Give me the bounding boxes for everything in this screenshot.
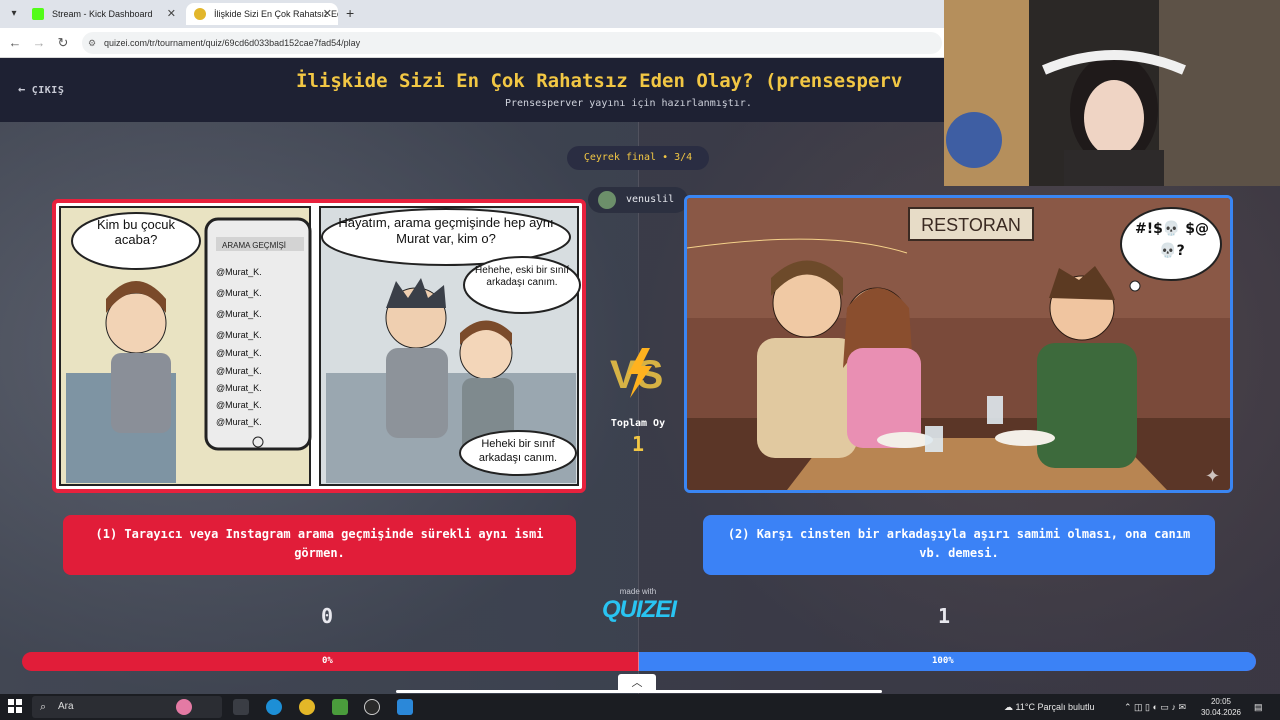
- chrome-icon[interactable]: [299, 699, 315, 715]
- obs-icon[interactable]: [364, 699, 380, 715]
- phone-item: @Murat_K.: [216, 417, 262, 427]
- webcam-overlay: [944, 0, 1280, 186]
- weather-widget[interactable]: ☁ 11°C Parçalı bulutlu: [1004, 694, 1095, 720]
- arrow-left-icon: ←: [18, 82, 26, 96]
- quizei-logo[interactable]: QUIZEI: [596, 596, 682, 624]
- speech-bubble-4: Heheki bir sınıf arkadaşı canım.: [478, 438, 558, 464]
- exit-button[interactable]: ← ÇIKIŞ: [18, 82, 64, 96]
- new-tab-icon[interactable]: +: [346, 5, 354, 21]
- option-1-percent: 0%: [322, 656, 333, 666]
- user-chip: venuslil: [588, 187, 688, 213]
- tray-icons[interactable]: ⌃ ◫ ▯ ◐ ▭ ♪ ✉: [1124, 694, 1186, 720]
- back-icon[interactable]: ←: [6, 34, 24, 52]
- avatar: [598, 191, 616, 209]
- system-clock[interactable]: 20:05 30.04.2026: [1196, 696, 1246, 718]
- option-2-button[interactable]: (2) Karşı cinsten bir arkadaşıyla aşırı …: [703, 515, 1215, 575]
- search-icon: ⌕: [40, 701, 47, 713]
- speech-bubble-1: Kim bu çocuk acaba?: [96, 217, 176, 247]
- phone-item: @Murat_K.: [216, 330, 262, 340]
- exit-label: ÇIKIŞ: [31, 85, 65, 96]
- restaurant-sign: RESTORAN: [921, 215, 1021, 235]
- comic-illustration: ARAMA GEÇMİŞİ @Murat_K. @Murat_K. @Murat…: [59, 206, 581, 486]
- speech-bubble-2: Hayatım, arama geçmişinde hep aynı Murat…: [338, 215, 554, 246]
- task-view-icon[interactable]: [233, 699, 249, 715]
- notification-icon[interactable]: ▤: [1254, 694, 1263, 720]
- page-title: İlişkide Sizi En Çok Rahatsız Eden Olay?…: [296, 70, 903, 92]
- edge-icon[interactable]: [266, 699, 282, 715]
- vote-progress-bar: 0% 100%: [22, 652, 1256, 671]
- quizei-favicon-icon: [194, 8, 206, 20]
- sparkle-icon: ✦: [1205, 466, 1220, 486]
- forward-icon[interactable]: →: [30, 34, 48, 52]
- progress-midline: [638, 652, 639, 671]
- phone-item: @Murat_K.: [216, 267, 262, 277]
- restaurant-illustration: RESTORAN #!$💀 $@💀? ✦: [687, 198, 1230, 490]
- horizontal-scrollbar[interactable]: [396, 690, 882, 693]
- tab-list-icon[interactable]: ▾: [6, 6, 22, 22]
- page-subtitle: Prensesperver yayını için hazırlanmıştır…: [505, 98, 752, 109]
- phone-item: @Murat_K.: [216, 309, 262, 319]
- tulips-icon: [176, 699, 192, 715]
- clock-date: 30.04.2026: [1200, 708, 1242, 717]
- versus-icon: VS: [610, 348, 663, 398]
- option-1-score: 0: [321, 604, 334, 628]
- windows-start-icon[interactable]: [8, 699, 22, 713]
- option-1-image[interactable]: ARAMA GEÇMİŞİ @Murat_K. @Murat_K. @Murat…: [52, 199, 586, 493]
- tab-kick-dashboard[interactable]: Stream - Kick Dashboard ✕: [24, 3, 182, 25]
- search-placeholder: Ara: [58, 701, 74, 712]
- weather-icon: ☁: [1004, 702, 1013, 712]
- option-2-image[interactable]: RESTORAN #!$💀 $@💀? ✦: [684, 195, 1233, 493]
- option-2-score: 1: [938, 604, 951, 628]
- windows-taskbar: ⌕ Ara ☁ 11°C Parçalı bulutlu ⌃ ◫ ▯ ◐ ▭ ♪…: [0, 694, 1280, 720]
- user-name: venuslil: [626, 194, 675, 205]
- reload-icon[interactable]: ↻: [54, 34, 72, 52]
- phone-item: @Murat_K.: [216, 383, 262, 393]
- tab-label: Stream - Kick Dashboard: [52, 9, 153, 19]
- total-votes-label: Toplam Oy: [610, 418, 666, 429]
- close-tab-icon[interactable]: ✕: [323, 3, 332, 25]
- close-tab-icon[interactable]: ✕: [167, 3, 176, 25]
- weather-text: 11°C Parçalı bulutlu: [1015, 702, 1095, 712]
- phone-item: @Murat_K.: [216, 400, 262, 410]
- option-2-percent: 100%: [932, 656, 954, 666]
- webcam-feed: [944, 0, 1280, 186]
- total-votes-value: 1: [631, 432, 645, 456]
- tab-label: İlişkide Sizi En Çok Rahatsız Ede: [214, 9, 338, 19]
- made-with-label: made with: [619, 587, 657, 596]
- clock-time: 20:05: [1210, 697, 1232, 706]
- phone-item: @Murat_K.: [216, 366, 262, 376]
- speech-bubble-3: Hehehe, eski bir sınıf arkadaşı canım.: [475, 265, 569, 288]
- steam-icon[interactable]: [397, 699, 413, 715]
- option-1-button[interactable]: (1) Tarayıcı veya Instagram arama geçmiş…: [63, 515, 576, 575]
- curse-bubble: #!$💀 $@💀?: [1135, 221, 1209, 259]
- taskbar-search-input[interactable]: ⌕ Ara: [32, 696, 222, 718]
- phone-item: @Murat_K.: [216, 288, 262, 298]
- kick-favicon-icon: [32, 8, 44, 20]
- url-text: quizei.com/tr/tournament/quiz/69cd6d033b…: [104, 38, 361, 48]
- site-info-icon[interactable]: ⚙: [88, 32, 96, 54]
- tab-quiz[interactable]: İlişkide Sizi En Çok Rahatsız Ede ✕: [186, 3, 338, 25]
- round-badge: Çeyrek final • 3/4: [567, 146, 709, 170]
- phone-item: @Murat_K.: [216, 348, 262, 358]
- phone-header: ARAMA GEÇMİŞİ: [222, 241, 286, 250]
- nvidia-icon[interactable]: [332, 699, 348, 715]
- url-field[interactable]: ⚙ quizei.com/tr/tournament/quiz/69cd6d03…: [82, 32, 942, 54]
